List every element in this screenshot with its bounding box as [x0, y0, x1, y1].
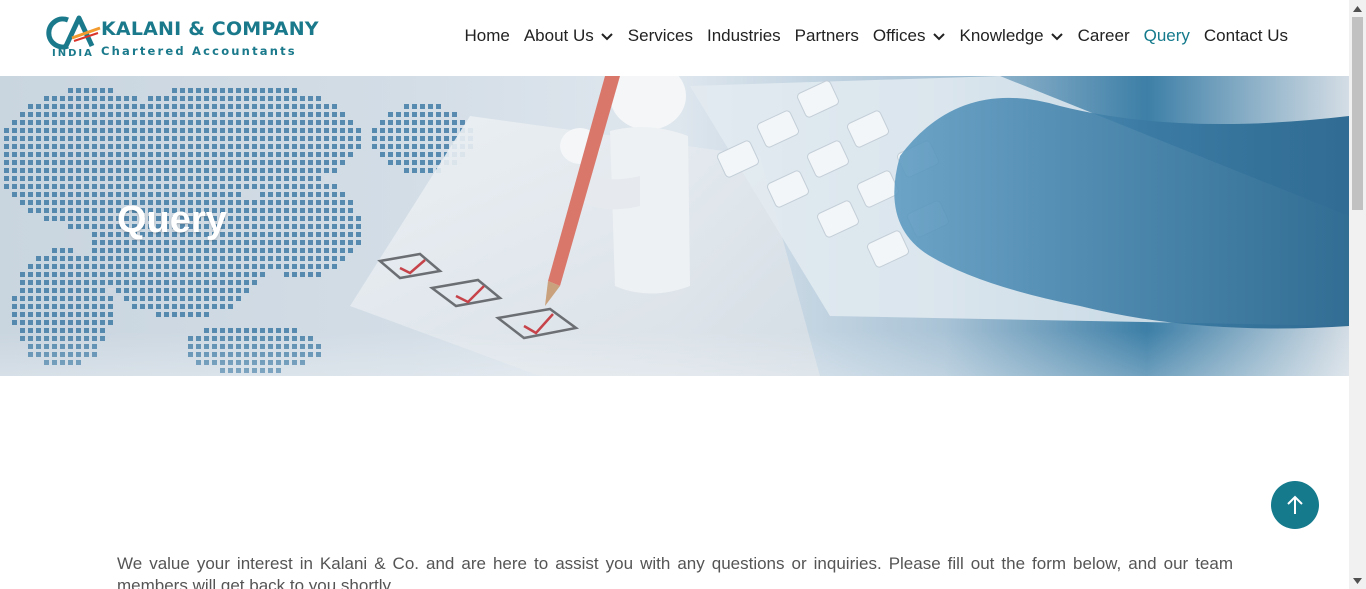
chevron-down-icon	[932, 29, 946, 43]
nav-services-label: Services	[627, 26, 693, 45]
intro-paragraph: We value your interest in Kalani & Co. a…	[117, 554, 1233, 589]
page-title: Query	[117, 199, 227, 241]
nav-career[interactable]: Career	[1078, 26, 1130, 46]
nav-career-label: Career	[1077, 26, 1130, 45]
scrollbar-thumb[interactable]	[1352, 17, 1363, 210]
nav-query[interactable]: Query	[1144, 26, 1190, 46]
page-scrollbar[interactable]	[1349, 0, 1366, 589]
site-header: KALANI & COMPANY Chartered Accountants I…	[0, 0, 1349, 76]
nav-services[interactable]: Services	[628, 26, 693, 46]
chevron-down-icon	[600, 29, 614, 43]
brand-subtitle: Chartered Accountants	[101, 44, 297, 58]
scroll-up-arrow-icon[interactable]	[1349, 0, 1366, 17]
chevron-down-icon	[1050, 29, 1064, 43]
scroll-down-arrow-icon[interactable]	[1349, 572, 1366, 589]
nav-about-us-label: About Us	[523, 26, 594, 45]
nav-offices-label: Offices	[872, 26, 926, 45]
nav-knowledge[interactable]: Knowledge	[960, 26, 1064, 46]
arrow-up-icon	[1287, 495, 1303, 514]
nav-contact-us-label: Contact Us	[1203, 26, 1288, 45]
brand-name: KALANI & COMPANY	[101, 18, 319, 40]
nav-offices[interactable]: Offices	[873, 26, 946, 46]
back-to-top-button[interactable]	[1271, 481, 1319, 529]
brand-logo[interactable]: KALANI & COMPANY Chartered Accountants I…	[46, 14, 319, 62]
nav-query-label: Query	[1143, 26, 1190, 45]
nav-home-label: Home	[464, 26, 510, 45]
nav-industries[interactable]: Industries	[707, 26, 781, 46]
brand-country: INDIA	[52, 48, 94, 59]
main-nav: Home About Us Services Industries Partne…	[450, 26, 1288, 46]
nav-home[interactable]: Home	[464, 26, 509, 46]
nav-about-us[interactable]: About Us	[524, 26, 614, 46]
nav-industries-label: Industries	[706, 26, 781, 45]
page-hero-banner: Query	[0, 76, 1349, 376]
nav-knowledge-label: Knowledge	[959, 26, 1044, 45]
nav-partners[interactable]: Partners	[795, 26, 859, 46]
nav-partners-label: Partners	[794, 26, 859, 45]
nav-contact-us[interactable]: Contact Us	[1204, 26, 1288, 46]
